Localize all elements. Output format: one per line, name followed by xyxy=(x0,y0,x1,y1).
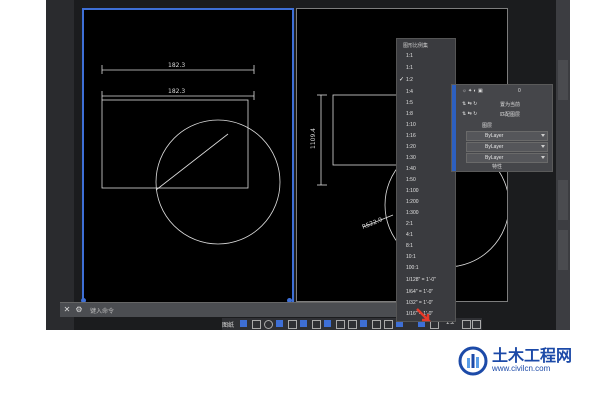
layer-dropdown[interactable]: 图层 xyxy=(482,122,492,129)
layer-state-icons[interactable]: ☼ ✦ ◐ ▣ xyxy=(462,88,483,94)
scale-option[interactable]: 1:100 xyxy=(406,188,419,194)
palette-tab-1[interactable] xyxy=(558,60,568,100)
check-icon: ✓ xyxy=(399,77,405,83)
dimension-text-radius: R522.9 xyxy=(361,216,384,231)
red-arrow-icon xyxy=(416,308,432,322)
scale-option[interactable]: 1/128" = 1'-0" xyxy=(406,277,436,283)
set-current-button[interactable]: 置为当前 xyxy=(500,101,520,108)
gizmo-icon[interactable] xyxy=(384,320,393,329)
scale-menu-title: 图形比例集 xyxy=(403,43,429,49)
watermark-logo: 土木工程网 www.civilcn.com xyxy=(458,340,598,384)
scale-option[interactable]: 1:200 xyxy=(406,199,419,205)
osnap-icon[interactable] xyxy=(288,320,297,329)
scale-option[interactable]: 4:1 xyxy=(406,232,413,238)
scale-option[interactable]: 1:1 xyxy=(406,65,413,71)
watermark-title: 土木工程网 xyxy=(492,346,573,365)
lineweight-value: ByLayer xyxy=(485,155,504,161)
layer-value[interactable]: 0 xyxy=(518,88,521,94)
wrench-icon[interactable]: ⚙ xyxy=(74,305,84,315)
scale-option[interactable]: 10:1 xyxy=(406,254,416,260)
logo-icon xyxy=(458,346,488,376)
watermark-url: www.civilcn.com xyxy=(492,364,551,373)
linetype-dropdown[interactable]: ByLayer xyxy=(466,142,548,152)
paper-space-label[interactable]: 图纸 xyxy=(222,320,234,329)
dimension-text-top: 182.3 xyxy=(168,62,185,69)
viewport-left-drawing: 182.3 182.3 xyxy=(101,62,281,245)
ortho-icon[interactable] xyxy=(264,320,273,329)
scale-option[interactable]: 1:5 xyxy=(406,100,413,106)
circle-shape xyxy=(155,119,281,245)
scale-option[interactable]: 1:4 xyxy=(406,89,413,95)
cad-window: 182.3 182.3 1109.4 R522.9 ✕ ⚙ 键入命令 图纸 1:… xyxy=(46,0,570,330)
close-icon[interactable]: ✕ xyxy=(62,305,72,315)
scale-option[interactable]: 1:16 xyxy=(406,133,416,139)
layer-tool-icons-2[interactable]: ⇅ ⇆ ↻ xyxy=(462,111,477,117)
scale-option[interactable]: 1:30 xyxy=(406,155,416,161)
chevron-down-icon xyxy=(541,134,545,137)
palette-tab-2[interactable] xyxy=(558,180,568,220)
properties-button[interactable]: 特性 xyxy=(492,163,502,170)
layer-tool-icons[interactable]: ⇅ ⇆ ↻ xyxy=(462,101,477,107)
lineweight-dropdown[interactable]: ByLayer xyxy=(466,153,548,163)
polar-icon[interactable] xyxy=(276,320,283,327)
scale-option[interactable]: 1:20 xyxy=(406,144,416,150)
command-line[interactable]: ✕ ⚙ 键入命令 xyxy=(60,302,404,317)
scale-option[interactable]: 1:2 xyxy=(406,77,413,83)
layer-properties-panel: ☼ ✦ ◐ ▣ 0 ⇅ ⇆ ↻ 置为当前 ⇅ ⇆ ↻ 匹配图层 图层 ByLay… xyxy=(451,84,553,172)
scale-option[interactable]: 1/64" = 1'-0" xyxy=(406,289,433,295)
scale-option[interactable]: 1:50 xyxy=(406,177,416,183)
command-input[interactable]: 键入命令 xyxy=(90,306,114,315)
annotation-monitor-icon[interactable] xyxy=(462,320,471,329)
scale-option[interactable]: 1/32" = 1'-0" xyxy=(406,300,433,306)
linetype-value: ByLayer xyxy=(485,144,504,150)
selection-filter-icon[interactable] xyxy=(372,320,381,329)
otrack-icon[interactable] xyxy=(300,320,307,327)
viewport-left[interactable]: 182.3 182.3 xyxy=(81,8,294,304)
diagonal-line xyxy=(155,133,229,191)
panel-strip xyxy=(452,85,456,171)
dynamic-ucs-icon[interactable] xyxy=(360,320,367,327)
3d-osnap-icon[interactable] xyxy=(348,320,357,329)
scale-option[interactable]: 1:10 xyxy=(406,122,416,128)
scale-option[interactable]: 8:1 xyxy=(406,243,413,249)
scale-option[interactable]: 1:8 xyxy=(406,111,413,117)
snap-icon[interactable] xyxy=(252,320,261,329)
right-palette-strip xyxy=(556,0,570,330)
scale-option[interactable]: 100:1 xyxy=(406,265,419,271)
match-layer-button[interactable]: 匹配图层 xyxy=(500,111,520,118)
lineweight-icon[interactable] xyxy=(312,320,321,329)
dimension-text-vertical: 1109.4 xyxy=(310,128,317,149)
scale-option[interactable]: 2:1 xyxy=(406,221,413,227)
color-dropdown[interactable]: ByLayer xyxy=(466,131,548,141)
transparency-icon[interactable] xyxy=(324,320,331,327)
left-strip xyxy=(46,0,74,330)
rectangle-shape-right xyxy=(332,94,400,166)
selection-cycling-icon[interactable] xyxy=(336,320,345,329)
scale-option[interactable]: 1:40 xyxy=(406,166,416,172)
chevron-down-icon xyxy=(541,145,545,148)
scale-option[interactable]: 1:300 xyxy=(406,210,419,216)
palette-tab-3[interactable] xyxy=(558,230,568,270)
chevron-down-icon xyxy=(541,156,545,159)
color-value: ByLayer xyxy=(485,133,504,139)
customization-icon[interactable] xyxy=(472,320,481,329)
dimension-text-mid: 182.3 xyxy=(168,88,185,95)
scale-dropdown-menu[interactable]: 图形比例集 ✓ 1:1 1:1 1:2 1:4 1:5 1:8 1:10 1:1… xyxy=(396,38,456,322)
scale-option[interactable]: 1:1 xyxy=(406,53,413,59)
grid-icon[interactable] xyxy=(240,320,247,327)
